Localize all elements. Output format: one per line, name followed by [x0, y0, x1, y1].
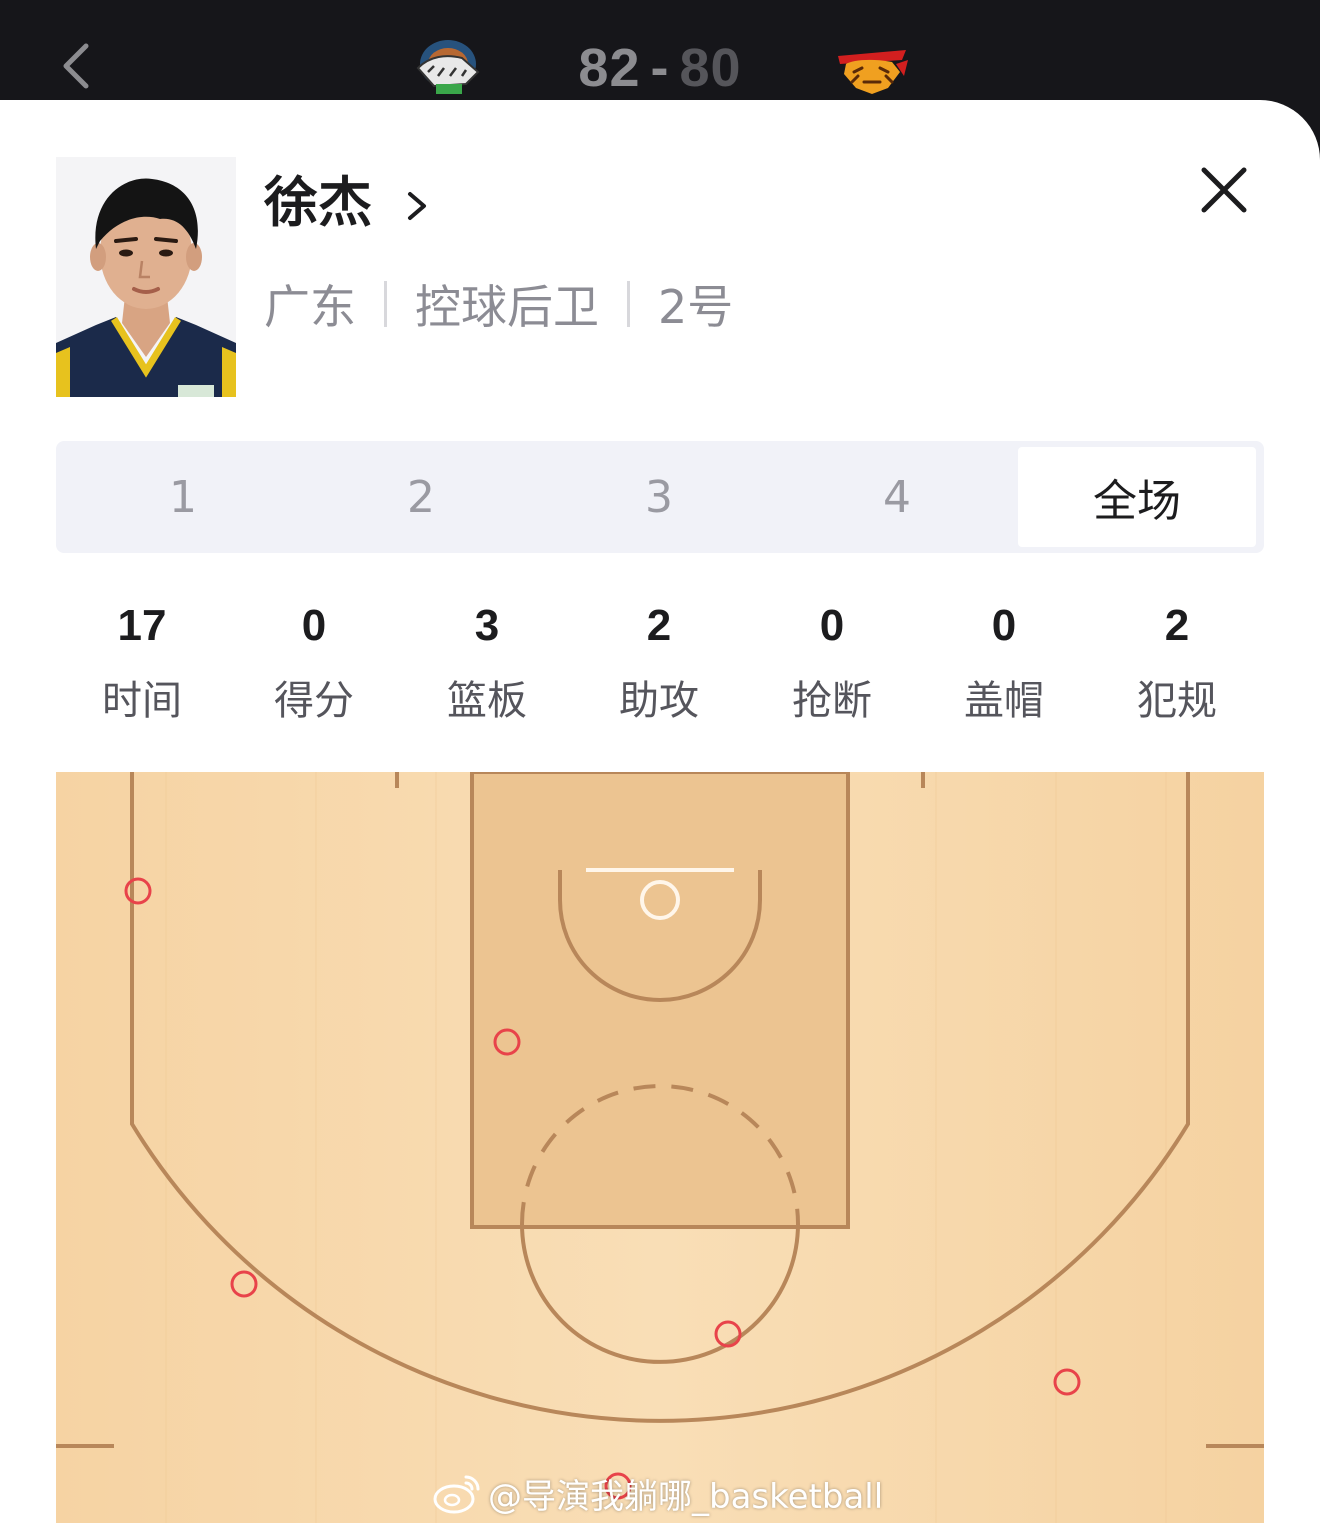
stat-label: 篮板 — [447, 678, 527, 724]
player-profile-link[interactable] — [402, 186, 432, 226]
stat-label: 犯规 — [1137, 678, 1217, 724]
score-separator: - — [650, 38, 670, 98]
tab-period-3[interactable]: 3 — [540, 447, 778, 547]
away-team-logo — [838, 50, 908, 94]
player-team: 广东 — [264, 280, 356, 334]
chevron-right-icon — [408, 192, 426, 220]
stat-minutes: 17 时间 — [56, 590, 228, 736]
shot-chart-court — [56, 772, 1264, 1523]
stat-fouls: 2 犯规 — [1091, 590, 1263, 736]
meta-divider — [627, 281, 630, 327]
watermark: @导演我躺哪_basketball — [432, 1465, 883, 1521]
close-button[interactable] — [1198, 164, 1250, 216]
stat-label: 时间 — [102, 678, 182, 724]
stat-label: 抢断 — [792, 678, 872, 724]
stat-label: 得分 — [274, 678, 354, 724]
meta-divider — [384, 281, 387, 327]
watermark-text: @导演我躺哪_basketball — [488, 1476, 884, 1517]
player-stats-row: 17 时间 0 得分 3 篮板 2 助攻 0 抢断 0 盖帽 2 犯规 — [56, 590, 1264, 740]
chevron-left-icon — [63, 43, 89, 89]
player-avatar — [56, 157, 236, 397]
game-score: 82-80 — [520, 36, 800, 100]
away-score: 80 — [679, 38, 742, 98]
stat-points: 0 得分 — [228, 590, 400, 736]
home-score: 82 — [578, 38, 641, 98]
stat-rebounds: 3 篮板 — [401, 590, 573, 736]
period-tabs: 1 2 3 4 全场 — [56, 441, 1264, 553]
stat-value: 2 — [1164, 601, 1190, 650]
stat-steals: 0 抢断 — [746, 590, 918, 736]
stat-value: 0 — [301, 601, 327, 650]
stat-blocks: 0 盖帽 — [918, 590, 1090, 736]
player-detail-sheet: 徐杰 广东 控球后卫 2号 1 2 3 4 全场 17 时间 0 得分 3 篮板… — [0, 100, 1320, 1523]
tab-period-1[interactable]: 1 — [64, 447, 302, 547]
back-button[interactable] — [50, 30, 110, 102]
stat-value: 0 — [819, 601, 845, 650]
stat-assists: 2 助攻 — [573, 590, 745, 736]
player-position: 控球后卫 — [415, 280, 599, 334]
tab-period-2[interactable]: 2 — [302, 447, 540, 547]
player-number: 2号 — [658, 280, 734, 334]
home-team-logo — [416, 40, 480, 94]
player-name[interactable]: 徐杰 — [264, 168, 372, 238]
stat-value: 0 — [991, 601, 1017, 650]
close-icon — [1201, 167, 1247, 213]
stat-value: 3 — [474, 601, 500, 650]
stat-value: 17 — [117, 601, 167, 650]
tab-full-game[interactable]: 全场 — [1018, 447, 1256, 547]
player-meta: 广东 控球后卫 2号 — [264, 272, 733, 336]
stat-value: 2 — [646, 601, 672, 650]
weibo-icon — [433, 1475, 480, 1514]
stat-label: 助攻 — [619, 678, 699, 724]
stat-label: 盖帽 — [964, 678, 1044, 724]
tab-period-4[interactable]: 4 — [778, 447, 1016, 547]
